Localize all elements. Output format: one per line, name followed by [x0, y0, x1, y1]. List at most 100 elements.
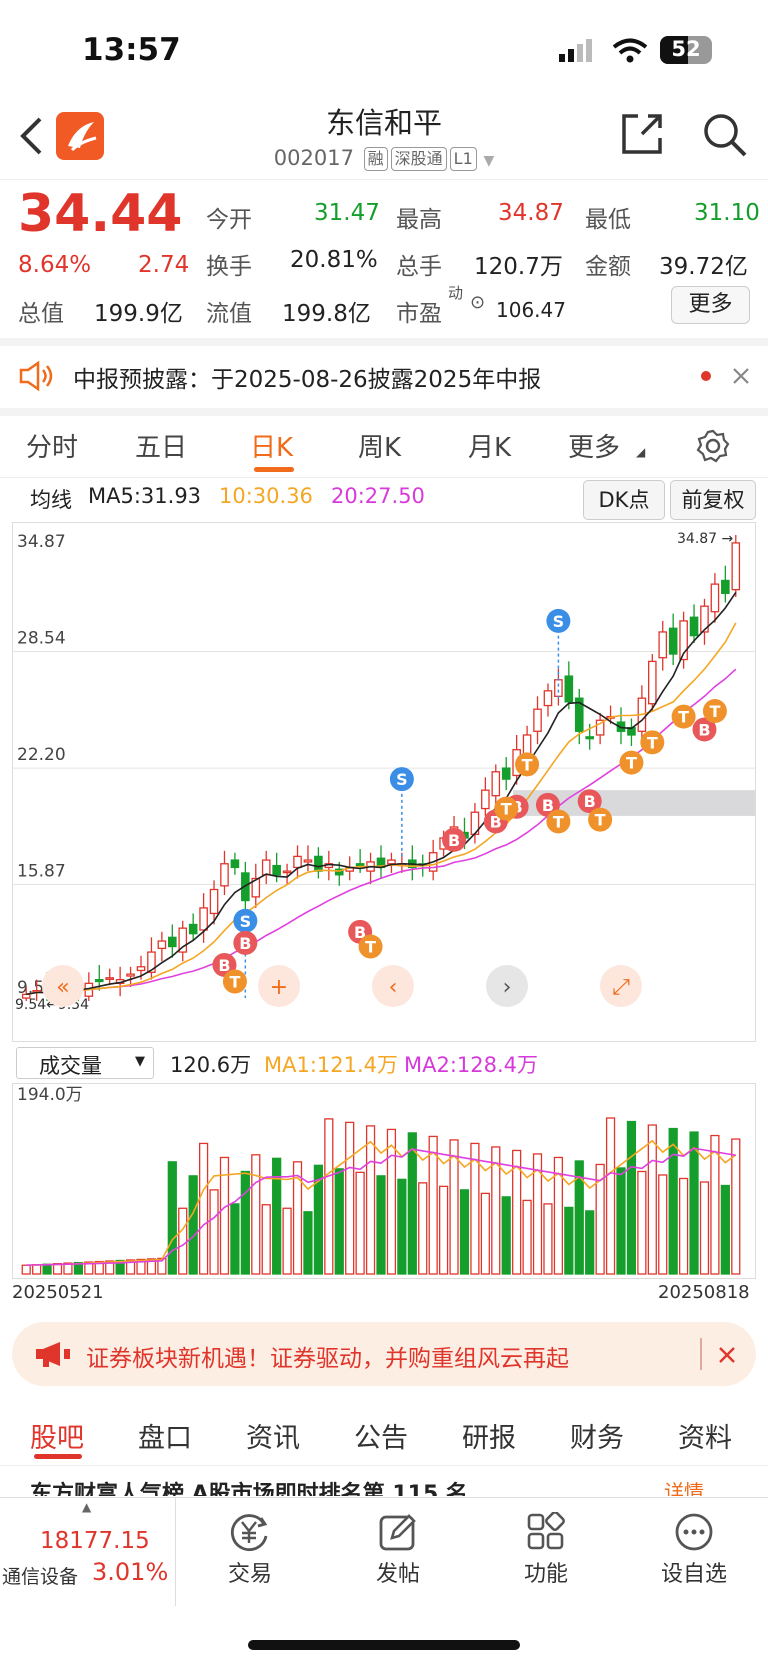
candle-body: [136, 966, 146, 972]
news-peek-text: 东方财富人气榜 A股市场即时排名第 115 名: [30, 1482, 468, 1496]
tab-finance[interactable]: 财务: [570, 1416, 624, 1455]
post-button[interactable]: 发帖: [324, 1498, 472, 1606]
candle-body: [491, 771, 501, 797]
info-icon[interactable]: ⊙: [470, 292, 485, 313]
trade-marker-label: S: [396, 770, 408, 789]
close-icon[interactable]: [732, 367, 750, 385]
trade-marker-label: B: [448, 831, 460, 850]
candle-body: [648, 660, 657, 705]
dk-button[interactable]: DK点: [583, 480, 665, 520]
trade-label: 交易: [227, 1562, 272, 1587]
candle-body: [387, 859, 396, 865]
float-value: 199.8亿: [282, 301, 371, 327]
volume-bar: [334, 1168, 344, 1275]
volume-bar: [303, 1211, 313, 1275]
trade-marker-label: T: [522, 755, 533, 774]
tab-profile[interactable]: 资料: [678, 1416, 732, 1455]
index-change: 3.01%: [92, 1558, 169, 1586]
chart-control-icon: ⤢: [612, 975, 630, 1000]
candle-body: [272, 864, 281, 876]
volume-bar: [397, 1178, 407, 1275]
volume-bar: [720, 1184, 730, 1275]
candle-body: [230, 859, 240, 869]
close-icon[interactable]: [718, 1346, 736, 1364]
kline-chart[interactable]: 34.8728.5422.2015.879.5434.87 →9.54←9.54…: [12, 522, 756, 1042]
candle-body: [303, 859, 313, 863]
volume-bar: [438, 1185, 449, 1275]
tab-intraday[interactable]: 分时: [26, 427, 78, 464]
trade-marker-label: T: [678, 708, 689, 727]
trade-marker-label: T: [229, 972, 240, 991]
search-icon[interactable]: [702, 112, 748, 158]
index-name: 通信设备: [2, 1566, 79, 1588]
amount-value: 39.72亿: [659, 254, 748, 280]
candle-body: [105, 977, 114, 980]
news-peek-more[interactable]: 详情: [664, 1476, 704, 1496]
tab-forum[interactable]: 股吧: [30, 1416, 84, 1455]
candle-body: [585, 736, 594, 740]
volume-value: 120.6万: [170, 1053, 252, 1077]
candle-body: [314, 855, 323, 872]
battery-level: 52: [671, 37, 701, 61]
volume-selector[interactable]: 成交量 ▼: [16, 1047, 154, 1079]
grid-icon: [527, 1512, 565, 1550]
candle-body: [533, 708, 542, 732]
functions-button[interactable]: 功能: [472, 1498, 620, 1606]
volume-bar: [480, 1192, 490, 1275]
caret-icon: ◢: [636, 445, 646, 459]
chart-control-icon: +: [270, 975, 288, 1000]
candle-body: [188, 923, 198, 935]
news-peek[interactable]: 东方财富人气榜 A股市场即时排名第 115 名 详情: [0, 1470, 768, 1496]
tab-orderbook[interactable]: 盘口: [138, 1416, 192, 1455]
tab-daily-k[interactable]: 日K: [250, 427, 293, 464]
tab-research[interactable]: 研报: [462, 1416, 516, 1455]
more-button[interactable]: 更多: [671, 286, 750, 324]
tab-weekly-k[interactable]: 周K: [358, 427, 401, 464]
volume-bar: [699, 1181, 710, 1275]
high-label: 最高: [396, 207, 442, 233]
trade-marker-label: T: [553, 812, 564, 831]
trade-marker-label: B: [584, 792, 596, 811]
gear-icon[interactable]: [696, 429, 730, 463]
volume-bar: [449, 1139, 459, 1275]
chevron-down-icon[interactable]: ▼: [483, 153, 494, 169]
wifi-icon: [612, 38, 648, 63]
trade-button[interactable]: 交易: [176, 1498, 324, 1606]
functions-label: 功能: [523, 1562, 568, 1587]
pe-dynamic-label: 动: [448, 284, 464, 302]
customize-button[interactable]: 设自选: [620, 1498, 768, 1606]
volume-bar: [668, 1127, 678, 1275]
signal-icon: [559, 39, 592, 62]
adjust-button[interactable]: 前复权: [670, 480, 756, 520]
volume-bar: [21, 1264, 31, 1275]
share-icon[interactable]: [620, 112, 664, 156]
volume-bar: [188, 1175, 198, 1275]
candle-body: [731, 542, 741, 591]
candle-body: [721, 579, 730, 594]
volume-chart: 194.0万: [12, 1083, 756, 1279]
notice-bar[interactable]: 中报预披露：于2025-08-26披露2025年中报: [0, 346, 768, 408]
y-tick-label: 15.87: [17, 862, 66, 882]
index-widget[interactable]: ▲ 18177.15 通信设备 3.01%: [0, 1498, 176, 1606]
tab-announcements[interactable]: 公告: [354, 1416, 408, 1455]
turnover-label: 换手: [206, 254, 252, 280]
divider: [0, 338, 768, 346]
tab-monthly-k[interactable]: 月K: [468, 427, 511, 464]
volume-bar: [240, 1170, 250, 1275]
volume-bar: [209, 1189, 219, 1275]
promo-banner[interactable]: 证券板块新机遇！证券驱动，并购重组风云再起: [12, 1322, 756, 1386]
tab-news[interactable]: 资讯: [246, 1416, 300, 1455]
tab-more[interactable]: 更多: [568, 427, 620, 464]
ma5-value: MA5:31.93: [88, 484, 202, 508]
trade-marker-label: T: [595, 811, 606, 830]
trade-marker-label: B: [698, 720, 710, 739]
candle-body: [501, 767, 511, 780]
volume-bar: [324, 1118, 334, 1275]
volume-bar: [261, 1204, 271, 1275]
notice-text: 中报预披露：于2025-08-26披露2025年中报: [73, 367, 542, 393]
vol-ma2: MA2:128.4万: [404, 1053, 539, 1077]
trade-marker-label: T: [647, 733, 658, 752]
stock-code: 002017: [273, 146, 354, 170]
tab-five-day[interactable]: 五日: [135, 427, 187, 464]
caret-up-icon: ▲: [82, 1500, 92, 1514]
